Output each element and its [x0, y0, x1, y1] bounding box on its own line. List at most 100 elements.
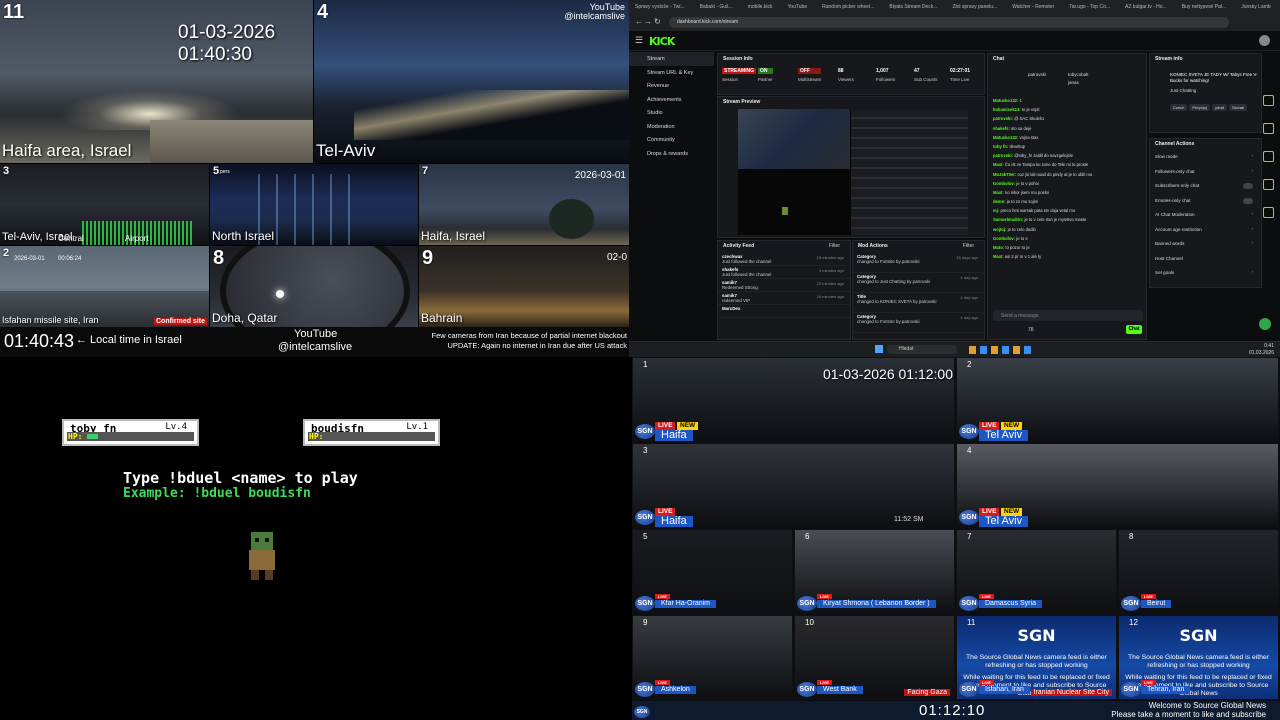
activity-row[interactable]: MarcDex — [718, 305, 850, 318]
browser-tab[interactable]: Watcher - Remoter — [1006, 2, 1060, 12]
chat-message[interactable]: MaxI: Čo ist ve Tampa ku zone do Tele mi… — [993, 162, 1143, 171]
chat-message[interactable]: MoJ4kT0er: cuz jsi lali nuad do pindy at… — [993, 172, 1143, 181]
chat-message[interactable]: Matusko132: vojna stax — [993, 135, 1143, 144]
browser-tab[interactable]: Tar.ugo - Top Co... — [1063, 2, 1116, 12]
chat-username[interactable]: Matusko132: — [993, 98, 1018, 103]
sgn-tile[interactable]: 6 SGN LIVE Kiryat Shmona ( Lebanon Border ) — [794, 529, 955, 614]
sgn-tile[interactable]: 12 SGN The Source Global News camera feed … — [1118, 615, 1279, 700]
nav-item-achievements[interactable]: Achievements — [629, 93, 714, 107]
channel-action-slow-mode[interactable]: Slow mode › — [1150, 151, 1261, 166]
chat-username[interactable]: Samuelmadrin: — [993, 217, 1023, 222]
nav-item-studio[interactable]: Studio — [629, 106, 714, 120]
browser-tab[interactable]: Spravy vysloše - Twi... — [629, 2, 691, 12]
chat-message[interactable]: toby fn: tleveltup — [993, 144, 1143, 153]
channel-action-banned-words[interactable]: Banned words › — [1150, 238, 1261, 253]
pinned-user[interactable]: janas — [1068, 80, 1079, 85]
chat-username[interactable]: Mato: — [993, 245, 1004, 250]
tool-icon[interactable] — [1263, 179, 1274, 190]
sgn-tile[interactable]: 2 SGN LIVE NEW Tel Aviv — [956, 357, 1279, 442]
activity-row[interactable]: czechwax Just followed the channel 15 minu… — [718, 253, 850, 266]
back-icon[interactable]: ← — [635, 17, 643, 26]
chat-message[interactable]: demo: je to zo mo sojim — [993, 199, 1143, 208]
sgn-tile[interactable]: 4 SGN LIVE NEW Tel Aviv — [956, 443, 1279, 528]
sgn-tile[interactable]: 8 SGN LIVE Beirut — [1118, 529, 1279, 614]
chat-message[interactable]: wojtoj: je to celo dodlo — [993, 227, 1143, 236]
chat-username[interactable]: patrovski: — [993, 153, 1013, 158]
filter-button[interactable]: Filter — [829, 243, 840, 249]
nav-item-community[interactable]: Community — [629, 133, 714, 147]
nav-item-stream[interactable]: Stream — [629, 52, 714, 66]
activity-row[interactable]: samik7 redeemed VIP 24 minutes ago — [718, 292, 850, 305]
chat-message[interactable]: MaxI: asi 2 pr m v 1 ale ty — [993, 254, 1143, 263]
toggle-switch[interactable] — [1243, 183, 1253, 189]
mod-action-row[interactable]: Title changed to KONIEC SVETA by patrovsk… — [853, 293, 984, 313]
tool-icon[interactable] — [1263, 151, 1274, 162]
activity-row[interactable]: shakefs Just followed the channel 3 minute… — [718, 266, 850, 279]
chat-message[interactable]: Matusko132: 1 — [993, 98, 1143, 107]
chat-username[interactable]: shakefs: — [993, 126, 1010, 131]
chat-username[interactable]: toby fn: — [993, 144, 1008, 149]
reload-icon[interactable]: ↻ — [654, 17, 661, 26]
nav-item-drops-rewards[interactable]: Drops & rewards — [629, 147, 714, 161]
sgn-tile[interactable]: 10 SGN LIVE West Bank Facing Gaza — [794, 615, 955, 700]
channel-action-followers-only-chat[interactable]: Followers-only chat › — [1150, 166, 1261, 181]
nav-item-revenue[interactable]: Revenue — [629, 79, 714, 93]
browser-tab[interactable]: Babaki - Guš... — [694, 2, 739, 12]
channel-action-set-goals[interactable]: Set goals › — [1150, 267, 1261, 282]
toggle-switch[interactable] — [1243, 197, 1253, 204]
chat-username[interactable]: MaxI: — [993, 190, 1004, 195]
channel-action-ai-chat-moderation[interactable]: AI Chat Moderation › — [1150, 209, 1261, 224]
chat-username[interactable]: wojtoj: — [993, 227, 1007, 232]
activity-row[interactable]: samik7 Redeemed Strong 22 minutes ago — [718, 279, 850, 292]
address-bar[interactable]: dashboard.kick.com/stream — [669, 17, 1229, 28]
browser-tab[interactable]: mobile.kick — [742, 2, 779, 12]
preview-video[interactable] — [738, 109, 968, 235]
chat-username[interactable]: MaxI: — [993, 254, 1004, 259]
chat-message[interactable]: shakefs: sto sa deje — [993, 126, 1143, 135]
chat-username[interactable]: patrovski: — [993, 116, 1013, 121]
mod-action-row[interactable]: Category changed to Fortnite by patrovski… — [853, 313, 984, 333]
chat-username[interactable]: Gombolov: — [993, 181, 1015, 186]
chat-username[interactable]: Matusko132: — [993, 135, 1018, 140]
stream-tag[interactable]: ydrat — [1212, 104, 1227, 111]
chat-username[interactable]: demo: — [993, 199, 1006, 204]
mod-action-row[interactable]: Category changed to Just Chatting by patr… — [853, 273, 984, 293]
sgn-tile[interactable]: 9 SGN LIVE Ashkelon — [632, 615, 793, 700]
chat-message[interactable]: patrovski: @toby_fn zaldil do navzgelejs… — [993, 153, 1143, 162]
browser-tab[interactable]: Zlol spravy panelu... — [946, 2, 1003, 12]
channel-action-host-channel[interactable]: Host Channel — [1150, 253, 1261, 268]
chat-message[interactable]: Mato: to pozor to je — [993, 245, 1143, 254]
sgn-tile[interactable]: 5 SGN LIVE Kfar Ha-Oranim — [632, 529, 793, 614]
mod-action-row[interactable]: Category changed to Fortnite by patrovski… — [853, 253, 984, 273]
sgn-tile[interactable]: 7 SGN LIVE Damascus Syria — [956, 529, 1117, 614]
chat-username[interactable]: kobamisek13: — [993, 107, 1021, 112]
browser-tab[interactable]: Random picker wheel... — [816, 2, 880, 12]
taskbar-search[interactable]: Hledat — [887, 345, 957, 354]
nav-item-stream-url-key[interactable]: Stream URL & Key — [629, 66, 714, 80]
channel-action-account-age-restriction[interactable]: Account age restriction › — [1150, 224, 1261, 239]
sgn-tile[interactable]: 11 SGN The Source Global News camera feed … — [956, 615, 1117, 700]
chat-message[interactable]: patrovski: @ SAC Skulek1 — [993, 116, 1143, 125]
chat-message[interactable]: kobamisek13: to je vojst — [993, 107, 1143, 116]
kick-logo[interactable]: KICK — [649, 35, 675, 48]
browser-tab[interactable]: Junsky Lamb — [1235, 2, 1276, 12]
browser-tab[interactable]: AZ bulgar.tv - Ho... — [1119, 2, 1173, 12]
chat-message[interactable]: Gombolov: je to s — [993, 236, 1143, 245]
chat-message[interactable]: Samuelmadrin: je to v celo Iran je mysst… — [993, 217, 1143, 226]
avatar[interactable] — [1259, 35, 1270, 46]
stream-tag[interactable]: Prepojoj — [1189, 104, 1211, 111]
chat-send-button[interactable]: Chat — [1126, 325, 1142, 334]
kick-green-action-icon[interactable] — [1259, 318, 1271, 330]
pinned-user[interactable]: tobycobalt — [1068, 72, 1089, 77]
chat-message[interactable]: Gombolov: je to v pohoi — [993, 181, 1143, 190]
chat-message[interactable]: MaxI: no nikor jsem mu posloi — [993, 190, 1143, 199]
chat-username[interactable]: MaxI: — [993, 162, 1004, 167]
tool-icon[interactable] — [1263, 95, 1274, 106]
chat-username[interactable]: Gombolov: — [993, 236, 1015, 241]
browser-tab[interactable]: Buy nettypesé Pal... — [1176, 2, 1232, 12]
menu-icon[interactable]: ☰ — [635, 35, 643, 46]
chat-message[interactable]: mj: preco heti warsak pata stv daja veta… — [993, 208, 1143, 217]
stream-tag[interactable]: Czech — [1170, 104, 1188, 111]
browser-tab[interactable]: Blyats Stream Deck... — [883, 2, 943, 12]
windows-start-icon[interactable] — [875, 345, 883, 353]
